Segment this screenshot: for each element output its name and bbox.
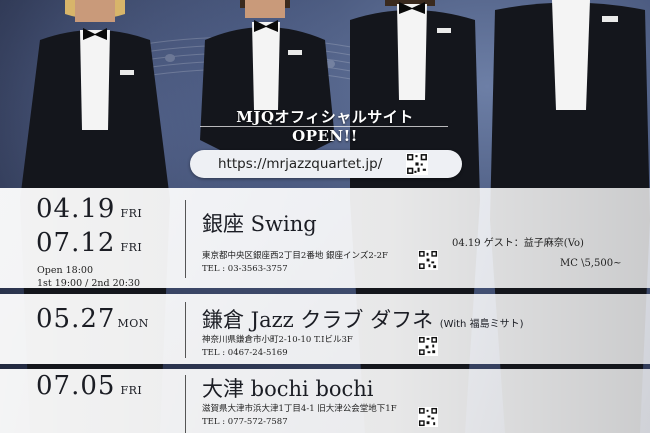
event-day-of-week: MON	[117, 317, 149, 330]
event-times: Open 18:00 1st 19:00 / 2nd 20:30	[37, 264, 140, 290]
venue-tel: TEL : 03-3563-3757	[202, 263, 288, 274]
venue-address: 神奈川県鎌倉市小町2-10-10 T.Iビル3F	[202, 335, 353, 345]
music-charge: MC \5,500~	[560, 258, 622, 269]
banner-underline	[200, 126, 448, 127]
qr-code-icon[interactable]	[418, 407, 438, 427]
event-day-of-week: FRI	[120, 241, 143, 254]
qr-code-icon[interactable]	[418, 336, 438, 356]
event-row-daphne: 05.27 MON 鎌倉 Jazz クラブ ダフネ (With 福島ミサト) 神奈…	[0, 294, 650, 364]
website-url[interactable]: https://mrjazzquartet.jp/	[218, 156, 382, 172]
website-url-pill[interactable]: https://mrjazzquartet.jp/	[190, 150, 462, 178]
event-day-of-week: FRI	[120, 384, 143, 397]
row-divider	[185, 200, 186, 278]
event-date: 07.05 FRI	[36, 371, 143, 401]
venue-address: 東京都中央区銀座西2丁目2番地 銀座インズ2-2F	[202, 251, 388, 261]
show-times: 1st 19:00 / 2nd 20:30	[37, 278, 141, 289]
row-divider	[185, 375, 186, 433]
event-date: 07.12 FRI	[36, 228, 143, 258]
venue-tel: TEL : 077-572-7587	[202, 416, 288, 427]
venue-name: 鎌倉 Jazz クラブ ダフネ (With 福島ミサト)	[202, 308, 524, 332]
event-day-of-week: FRI	[120, 207, 143, 220]
venue-note: (With 福島ミサト)	[439, 319, 524, 330]
venue-tel: TEL : 0467-24-5169	[202, 347, 288, 358]
venue-address-block: 東京都中央区銀座西2丁目2番地 銀座インズ2-2F TEL : 03-3563-…	[202, 250, 388, 275]
venue-name: 大津 bochi bochi	[202, 377, 374, 401]
venue-address-block: 神奈川県鎌倉市小町2-10-10 T.Iビル3F TEL : 0467-24-5…	[202, 334, 353, 359]
event-date: 04.19 FRI	[36, 194, 143, 224]
event-row-swing: 04.19 FRI 07.12 FRI Open 18:00 1st 19:00 /…	[0, 188, 650, 290]
venue-name: 銀座 Swing	[202, 212, 317, 236]
open-time: Open 18:00	[37, 265, 94, 276]
row-divider	[185, 302, 186, 358]
guest-info: 04.19 ゲスト：益子麻奈(Vo)	[452, 238, 584, 249]
venue-address: 滋賀県大津市浜大津1丁目4-1 旧大津公会堂地下1F	[202, 404, 397, 414]
event-date: 05.27 MON	[36, 304, 149, 334]
event-row-bochibochi: 07.05 FRI 大津 bochi bochi 滋賀県大津市浜大津1丁目4-1 …	[0, 369, 650, 433]
qr-code-icon[interactable]	[406, 153, 428, 175]
qr-code-icon[interactable]	[418, 250, 438, 270]
venue-address-block: 滋賀県大津市浜大津1丁目4-1 旧大津公会堂地下1F TEL : 077-572…	[202, 403, 397, 428]
